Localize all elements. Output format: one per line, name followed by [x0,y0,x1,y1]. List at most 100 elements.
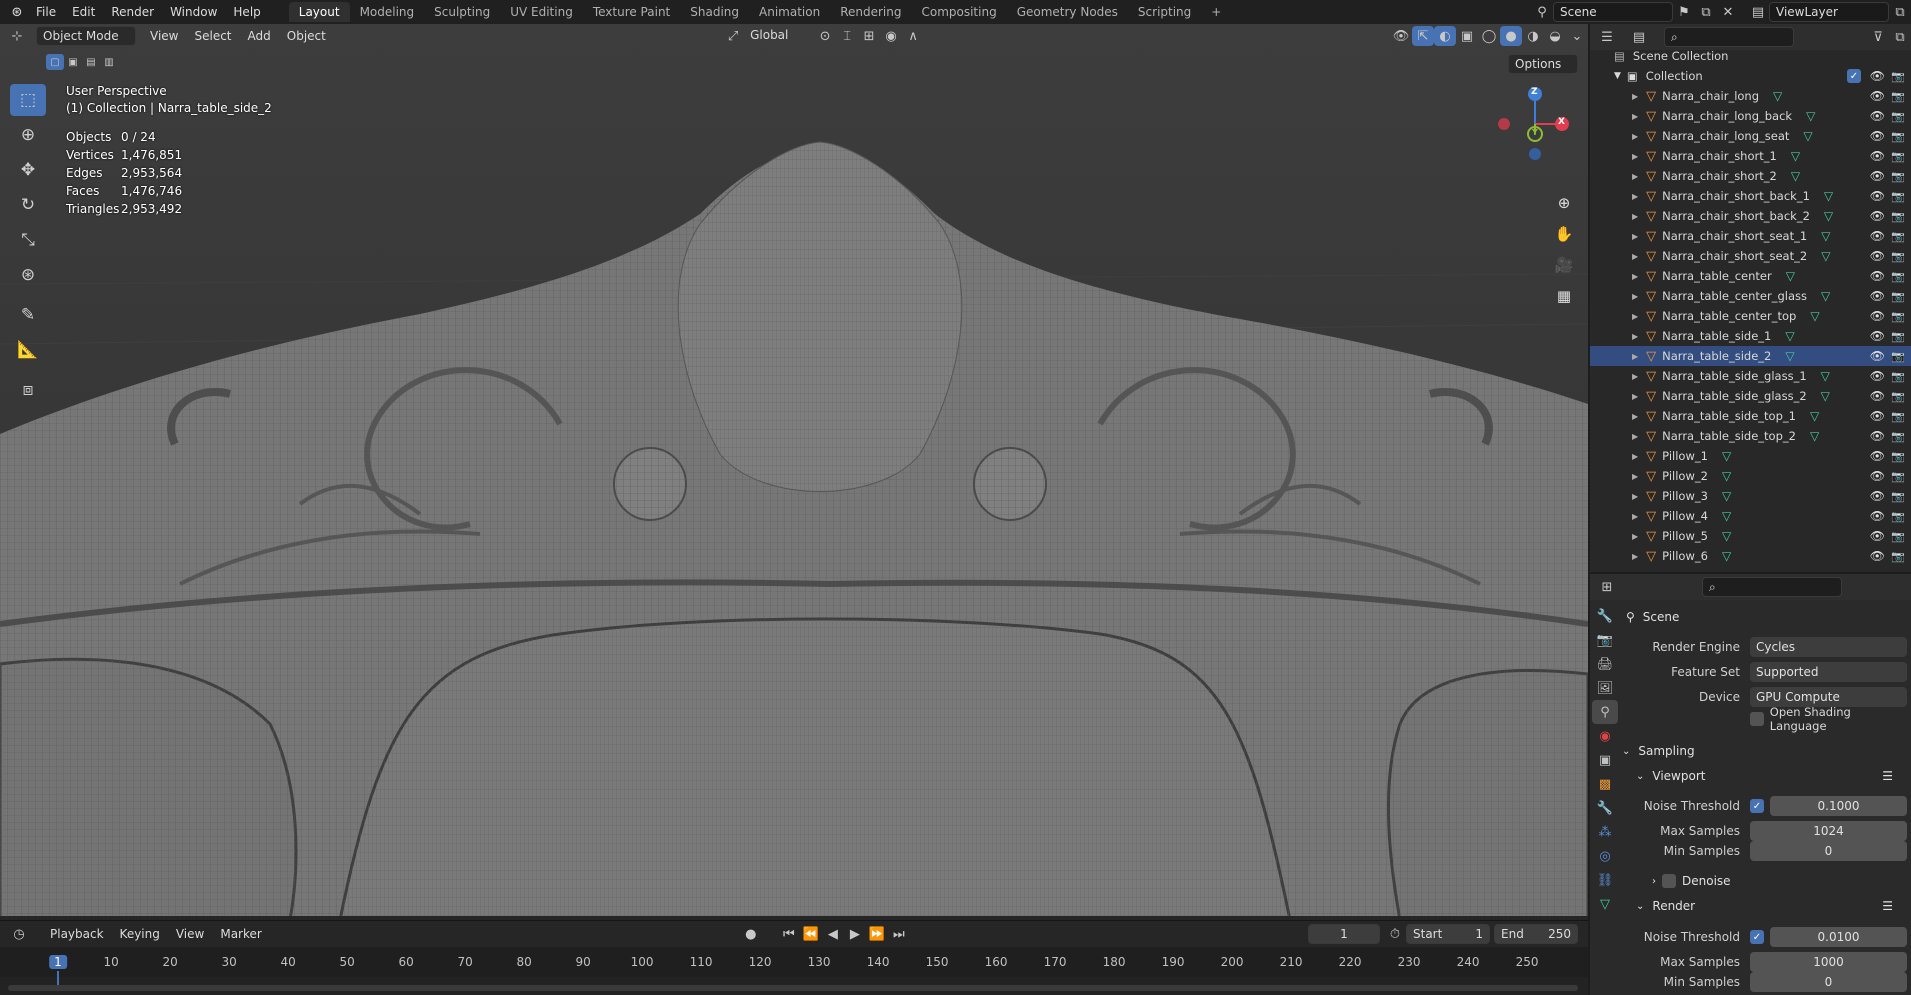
mesh-data-icon[interactable]: ▽ [1722,549,1731,563]
zoom-icon[interactable]: ⊕ [1550,189,1578,217]
outliner-item[interactable]: ▶ ▽ Narra_table_side_top_1 ▽ 👁 📷 [1590,406,1911,426]
render-noise-threshold-field[interactable]: 0.0100 [1770,927,1907,947]
jump-end-icon[interactable]: ⏭ [888,924,910,944]
transform-orientation-dropdown[interactable]: Global [744,26,814,46]
camera-view-icon[interactable]: 🎥 [1550,251,1578,279]
transform-tool-icon[interactable]: ⊛ [10,259,46,291]
mesh-data-icon[interactable]: ▽ [1791,149,1800,163]
viewport-menu-select[interactable]: Select [186,24,239,48]
render-camera-icon[interactable]: 📷 [1891,150,1905,163]
visibility-icon[interactable]: 👁 [1390,26,1412,46]
mesh-data-icon[interactable]: ▽ [1722,509,1731,523]
render-camera-icon[interactable]: 📷 [1891,310,1905,323]
scale-tool-icon[interactable]: ⤡ [10,224,46,256]
sampling-panel-header[interactable]: ⌄ Sampling [1622,740,1903,762]
expand-icon[interactable]: ▶ [1632,512,1638,521]
jump-keyframe-forward-icon[interactable]: ⏩ [866,924,888,944]
timeline-editor-type-icon[interactable]: ◷ [8,924,30,944]
mesh-data-icon[interactable]: ▽ [1810,409,1819,423]
eye-icon[interactable]: 👁 [1870,249,1885,263]
menu-window[interactable]: Window [162,0,225,24]
stopwatch-icon[interactable]: ⏱ [1384,924,1406,944]
eye-icon[interactable]: 👁 [1870,149,1885,163]
tool-tab-icon[interactable]: 🔧 [1592,604,1618,628]
jump-start-icon[interactable]: ⏮ [778,924,800,944]
expand-icon[interactable]: ▶ [1632,472,1638,481]
current-frame-field[interactable]: 1 [1308,924,1380,944]
eye-icon[interactable]: 👁 [1870,529,1885,543]
tab-uv-editing[interactable]: UV Editing [500,2,583,22]
outliner-editor-type-icon[interactable]: ☰ [1596,27,1618,47]
expand-icon[interactable]: ▶ [1632,252,1638,261]
outliner-item[interactable]: ▶ ▽ Narra_table_side_top_2 ▽ 👁 📷 [1590,426,1911,446]
snap-target-icon[interactable]: ⊞ [858,26,880,46]
eye-icon[interactable]: 👁 [1870,109,1885,123]
expand-icon[interactable]: ▶ [1632,112,1638,121]
mesh-data-icon[interactable]: ▽ [1821,229,1830,243]
eye-icon[interactable]: 👁 [1870,309,1885,323]
select-box-tool-icon[interactable]: ⬚ [10,84,46,116]
expand-icon[interactable]: ▶ [1632,412,1638,421]
expand-icon[interactable]: ▶ [1632,132,1638,141]
render-camera-icon[interactable]: 📷 [1891,170,1905,183]
mesh-data-icon[interactable]: ▽ [1821,289,1830,303]
rotate-tool-icon[interactable]: ↻ [10,189,46,221]
mesh-data-icon[interactable]: ▽ [1810,429,1819,443]
render-camera-icon[interactable]: 📷 [1891,90,1905,103]
collapse-icon[interactable]: ▼ [1614,71,1621,81]
end-frame-field[interactable]: End 250 [1494,924,1578,944]
jump-keyframe-back-icon[interactable]: ⏪ [800,924,822,944]
expand-icon[interactable]: ▶ [1632,532,1638,541]
render-camera-icon[interactable]: 📷 [1891,490,1905,503]
mesh-data-icon[interactable]: ▽ [1791,169,1800,183]
list-options-icon[interactable]: ☰ [1882,899,1893,913]
tab-layout[interactable]: Layout [288,2,350,22]
mesh-data-icon[interactable]: ▽ [1786,269,1795,283]
properties-search-input[interactable]: ⌕ [1702,577,1842,597]
render-camera-icon[interactable]: 📷 [1891,410,1905,423]
view-layer-field[interactable]: ViewLayer [1769,2,1889,22]
viewport-min-samples-field[interactable]: 0 [1750,841,1907,861]
render-camera-icon[interactable]: 📷 [1891,190,1905,203]
render-camera-icon[interactable]: 📷 [1891,290,1905,303]
menu-render[interactable]: Render [103,0,162,24]
outliner-item[interactable]: ▶ ▽ Pillow_3 ▽ 👁 📷 [1590,486,1911,506]
outliner-item[interactable]: ▶ ▽ Pillow_2 ▽ 👁 📷 [1590,466,1911,486]
playhead[interactable]: 1 [49,955,67,969]
outliner-item[interactable]: ▶ ▽ Narra_table_center_glass ▽ 👁 📷 [1590,286,1911,306]
render-camera-icon[interactable]: 📷 [1891,390,1905,403]
select-intersect-icon[interactable]: ▥ [100,54,118,70]
osl-checkbox[interactable] [1749,712,1764,726]
outliner-item[interactable]: ▶ ▽ Narra_table_center ▽ 👁 📷 [1590,266,1911,286]
add-cube-tool-icon[interactable]: ⧈ [10,374,46,406]
render-max-samples-field[interactable]: 1000 [1750,952,1907,972]
cursor-tool-icon[interactable]: ⊕ [10,119,46,151]
outliner-item[interactable]: ▶ ▽ Narra_chair_long_back ▽ 👁 📷 [1590,106,1911,126]
expand-icon[interactable]: ▶ [1632,292,1638,301]
timeline-menu-playback[interactable]: Playback [42,922,112,946]
render-tab-icon[interactable]: 📷 [1592,628,1618,652]
mesh-data-icon[interactable]: ▽ [1810,309,1819,323]
properties-editor-type-icon[interactable]: ⊞ [1596,577,1618,597]
render-camera-icon[interactable]: 📷 [1891,230,1905,243]
render-camera-icon[interactable]: 📷 [1891,450,1905,463]
new-scene-icon[interactable]: ⧉ [1695,2,1717,22]
render-camera-icon[interactable]: 📷 [1891,350,1905,363]
render-subpanel-header[interactable]: ⌄ Render ☰ [1636,895,1911,917]
render-noise-threshold-checkbox[interactable]: ✓ [1750,930,1764,944]
navigation-gizmo[interactable]: Z X Y [1490,84,1570,164]
eye-icon[interactable]: 👁 [1870,229,1885,243]
render-camera-icon[interactable]: 📷 [1891,430,1905,443]
viewport-subpanel-header[interactable]: ⌄ Viewport ☰ [1636,765,1911,787]
view-layer-tab-icon[interactable]: 🖼 [1592,676,1618,700]
world-tab-icon[interactable]: ◉ [1592,724,1618,748]
eye-icon[interactable]: 👁 [1870,349,1885,363]
mesh-data-icon[interactable]: ▽ [1722,449,1731,463]
collection-checkbox[interactable]: ✓ [1847,69,1861,83]
xray-icon[interactable]: ▣ [1456,26,1478,46]
gizmo-neg-x-axis[interactable] [1498,118,1510,130]
outliner-item[interactable]: ▶ ▽ Narra_table_side_2 ▽ 👁 📷 [1590,346,1911,366]
outliner-item[interactable]: ▶ ▽ Pillow_1 ▽ 👁 📷 [1590,446,1911,466]
outliner-item[interactable]: ▶ ▽ Narra_chair_short_seat_2 ▽ 👁 📷 [1590,246,1911,266]
pin-icon[interactable]: ⚑ [1673,2,1695,22]
